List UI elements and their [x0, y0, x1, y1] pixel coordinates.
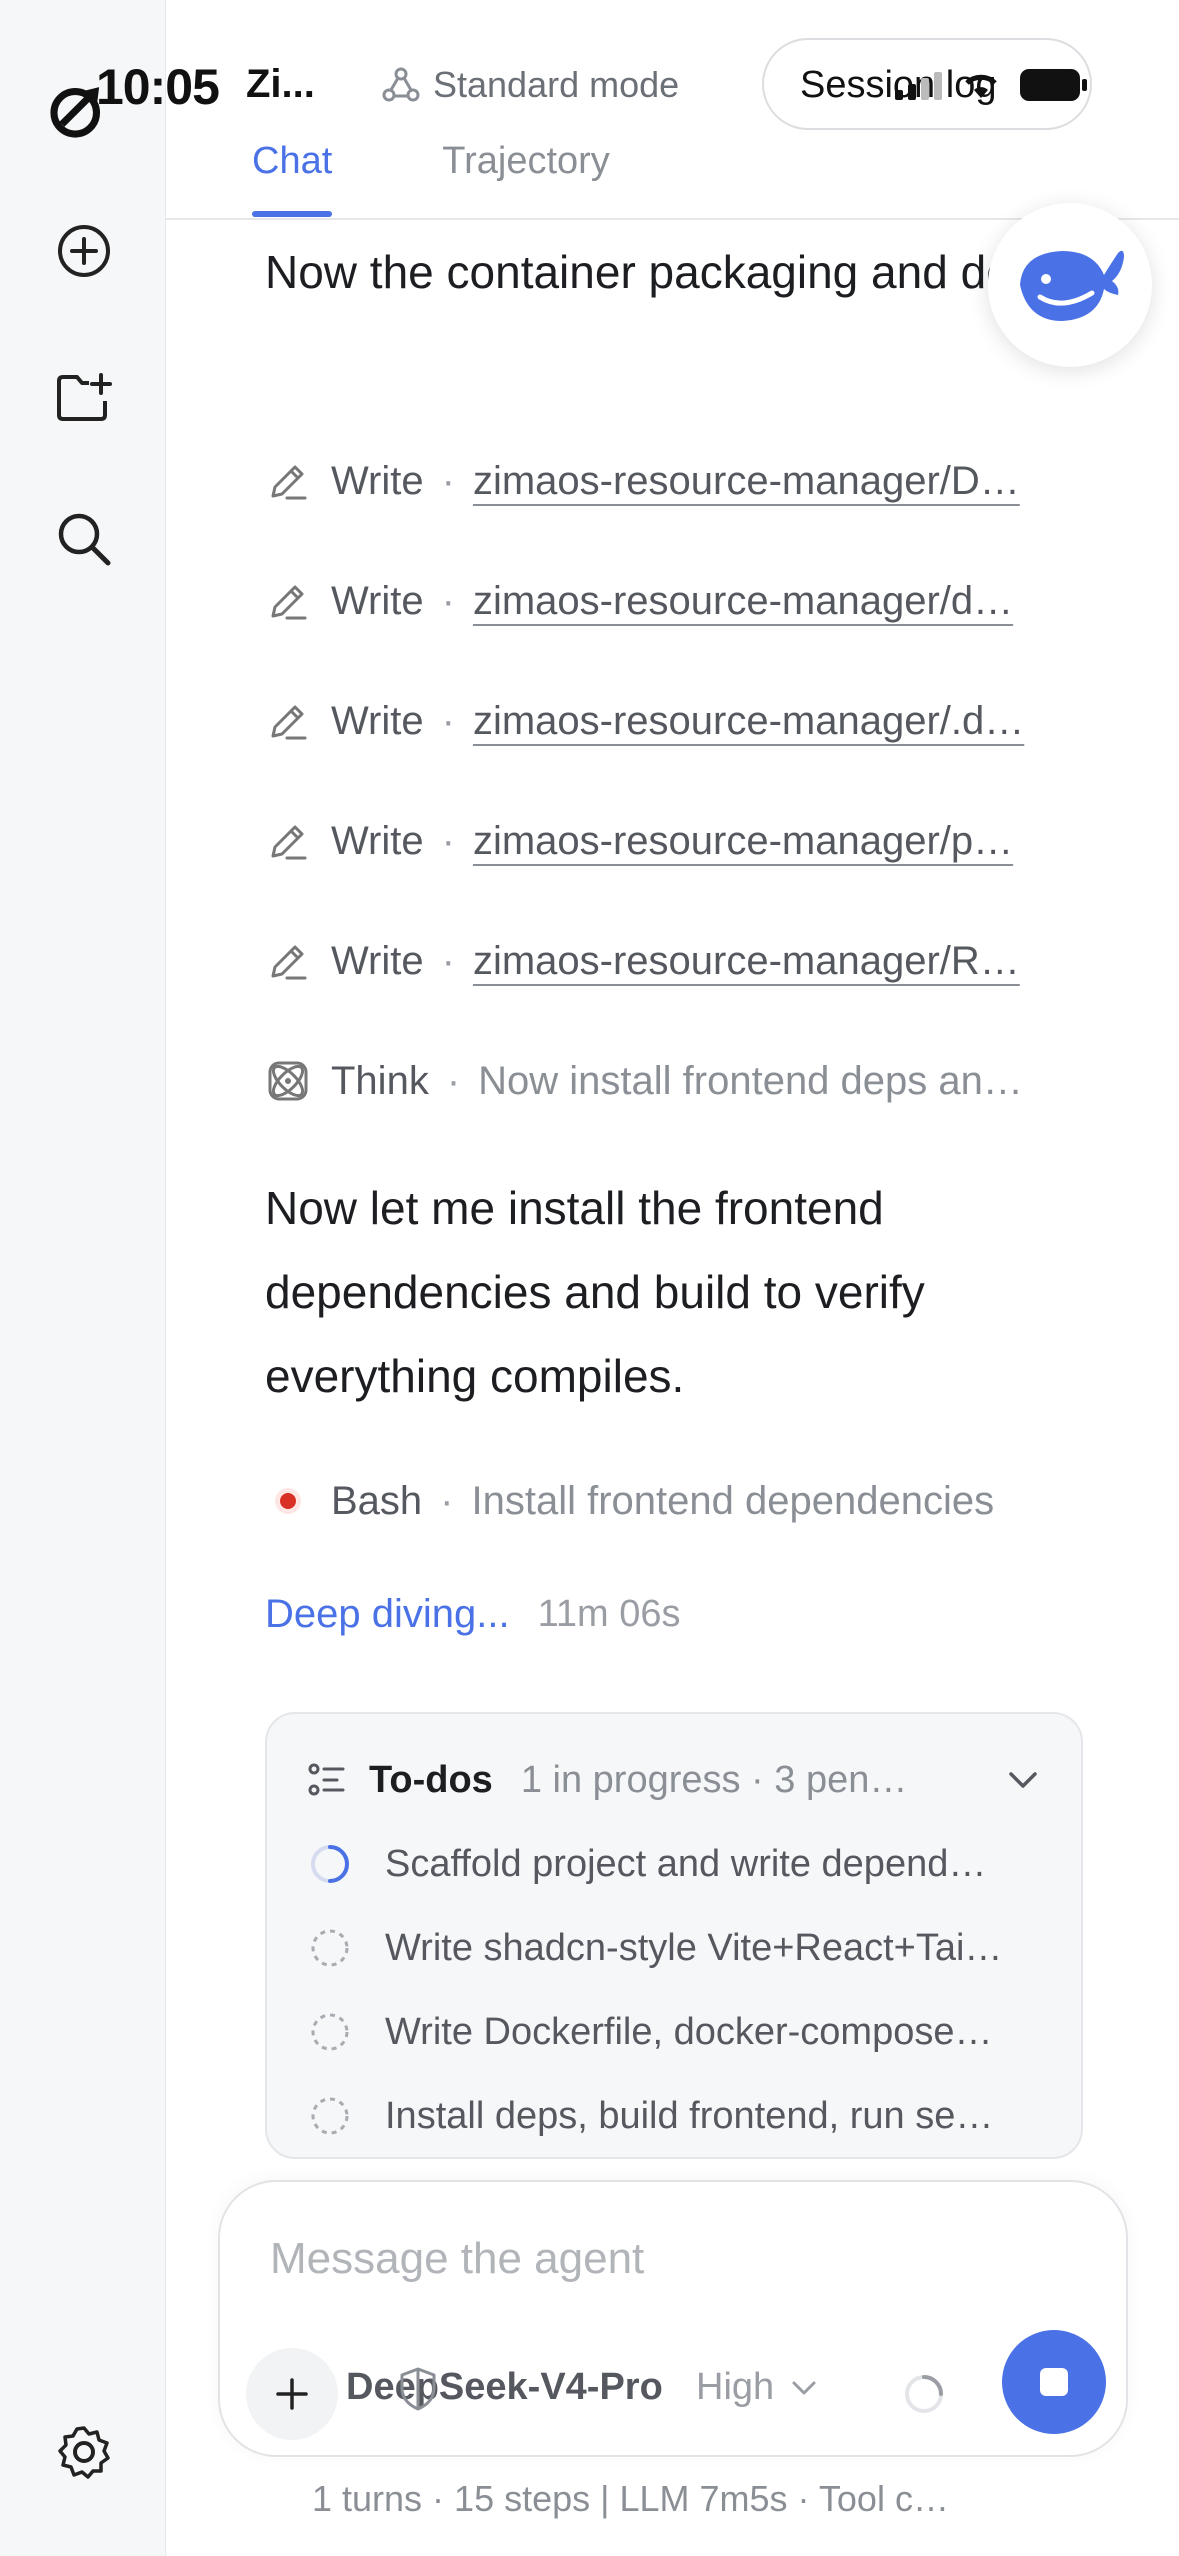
stop-button[interactable]	[1002, 2330, 1106, 2434]
model-selector[interactable]: DeepSeek-V4-Pro	[346, 2366, 663, 2409]
cellular-signal-icon	[895, 72, 942, 100]
status-icons	[895, 68, 1089, 102]
battery-icon	[1020, 69, 1087, 101]
pencil-icon	[265, 458, 311, 504]
step-verb: Bash	[331, 1478, 423, 1523]
todo-item: Scaffold project and write depend…	[307, 1834, 1041, 1894]
message-composer: Message the agent DeepSeek-V4-Pro High	[218, 2180, 1128, 2457]
tool-step-write[interactable]: Write · zimaos-resource-manager/.d…	[265, 691, 1085, 751]
tool-step-write[interactable]: Write · zimaos-resource-manager/d…	[265, 571, 1085, 631]
todo-text: Write Dockerfile, docker-compose…	[385, 2010, 993, 2053]
step-description: Install frontend dependencies	[471, 1478, 995, 1523]
step-verb: Write	[331, 938, 424, 983]
loading-spinner-icon	[905, 2375, 943, 2413]
step-separator: ·	[441, 578, 455, 623]
shield-icon	[400, 2367, 436, 2411]
search-icon[interactable]	[53, 508, 115, 570]
mode-icon	[382, 67, 420, 102]
stop-icon	[1040, 2368, 1068, 2396]
step-file-link[interactable]: zimaos-resource-manager/.d…	[473, 699, 1024, 744]
new-chat-icon[interactable]	[53, 220, 115, 282]
step-verb: Write	[331, 698, 424, 743]
todos-header[interactable]: To-dos 1 in progress · 3 pen…	[307, 1752, 1041, 1808]
elapsed-time: 11m 06s	[537, 1593, 681, 1635]
deep-diving-label: Deep diving...	[265, 1592, 510, 1636]
todo-text: Install deps, build frontend, run se…	[385, 2094, 994, 2137]
step-file-link[interactable]: zimaos-resource-manager/R…	[473, 939, 1020, 984]
step-separator: ·	[446, 1058, 461, 1103]
tool-step-write[interactable]: Write · zimaos-resource-manager/R…	[265, 931, 1085, 991]
step-verb: Write	[331, 578, 424, 623]
step-separator: ·	[441, 818, 455, 863]
step-file-link[interactable]: zimaos-resource-manager/p…	[473, 819, 1013, 864]
step-description: Now install frontend deps an…	[478, 1058, 1023, 1103]
todos-panel: To-dos 1 in progress · 3 pen… Scaffold p…	[265, 1712, 1083, 2159]
step-separator: ·	[441, 458, 455, 503]
step-file-link[interactable]: zimaos-resource-manager/D…	[473, 459, 1020, 504]
tool-step-write[interactable]: Write · zimaos-resource-manager/D…	[265, 451, 1085, 511]
tool-step-think[interactable]: Think · Now install frontend deps an…	[265, 1051, 1085, 1111]
todo-text: Write shadcn-style Vite+React+Tai…	[385, 1926, 1003, 1969]
todos-title: To-dos	[369, 1758, 493, 1801]
checklist-icon	[308, 1763, 345, 1796]
step-separator: ·	[441, 698, 455, 743]
pencil-icon	[265, 938, 311, 984]
todo-item: Write shadcn-style Vite+React+Tai…	[307, 1918, 1041, 1978]
assistant-whale-button[interactable]	[988, 203, 1152, 367]
pencil-icon	[265, 698, 311, 744]
todo-item: Write Dockerfile, docker-compose…	[307, 2002, 1041, 2062]
chat-header: Zi... Standard mode Session log Chat Tra…	[166, 0, 1179, 220]
step-file-link[interactable]: zimaos-resource-manager/d…	[473, 579, 1013, 624]
view-tabs: Chat Trajectory	[252, 140, 610, 217]
pending-circle-icon	[307, 2093, 353, 2139]
running-dot-icon	[265, 1478, 311, 1524]
reasoning-level-label: High	[696, 2366, 775, 2408]
pencil-icon	[265, 578, 311, 624]
pending-circle-icon	[307, 1925, 353, 1971]
todo-text: Scaffold project and write depend…	[385, 1842, 987, 1885]
pending-circle-icon	[307, 2009, 353, 2055]
assistant-message-2: Now let me install the frontend dependen…	[265, 1182, 925, 1402]
todos-summary: 1 in progress · 3 pen…	[520, 1758, 908, 1801]
new-folder-icon[interactable]	[53, 366, 115, 428]
step-separator: ·	[440, 1478, 454, 1523]
attach-button[interactable]	[246, 2348, 338, 2440]
step-verb: Think	[331, 1058, 429, 1103]
chevron-down-icon	[792, 2381, 816, 2394]
sidebar	[0, 0, 166, 2556]
tab-trajectory[interactable]: Trajectory	[442, 140, 610, 215]
tool-step-write[interactable]: Write · zimaos-resource-manager/p…	[265, 811, 1085, 871]
whale-icon	[1020, 250, 1124, 321]
progress-spinner-icon	[307, 1841, 353, 1887]
reasoning-level-selector[interactable]: High	[696, 2366, 820, 2409]
chevron-down-icon[interactable]	[1005, 1762, 1041, 1798]
run-stats: 1 turns · 15 steps | LLM 7m5s · Tool c…	[312, 2478, 949, 2519]
mode-label: Standard mode	[433, 64, 680, 105]
todo-item: Install deps, build frontend, run se…	[307, 2086, 1041, 2146]
tool-step-bash[interactable]: Bash · Install frontend dependencies	[265, 1471, 1085, 1531]
plus-icon	[276, 2378, 308, 2410]
pencil-icon	[265, 818, 311, 864]
status-time: 10:05	[96, 59, 220, 115]
tab-chat[interactable]: Chat	[252, 140, 333, 217]
step-verb: Write	[331, 458, 424, 503]
thinking-status: Deep diving... 11m 06s	[265, 1592, 681, 1637]
message-input[interactable]: Message the agent	[270, 2234, 644, 2284]
assistant-message-1: Now the container packaging and docs.	[265, 246, 1071, 298]
atom-icon	[265, 1058, 311, 1104]
step-separator: ·	[441, 938, 455, 983]
mode-selector[interactable]: Standard mode	[381, 64, 679, 106]
step-verb: Write	[331, 818, 424, 863]
session-title[interactable]: Zi...	[246, 62, 315, 107]
settings-gear-icon[interactable]	[56, 2424, 112, 2485]
wifi-icon	[965, 74, 997, 98]
